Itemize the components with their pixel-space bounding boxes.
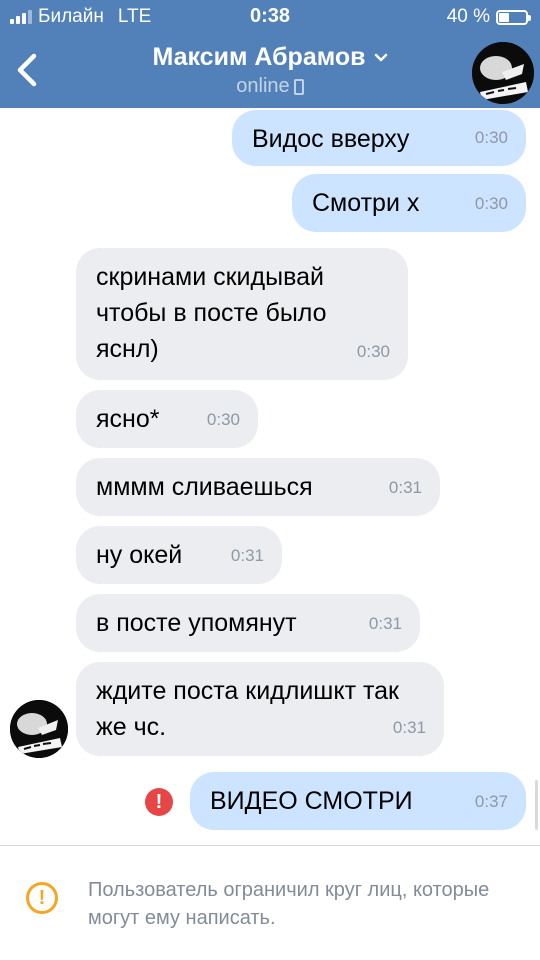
message-time: 0:30 [474, 128, 508, 147]
message-text: скринами скидывай чтобы в посте было ясн… [96, 263, 327, 363]
message-incoming[interactable]: ну окей 0:31 [76, 526, 282, 584]
online-text: online [236, 75, 290, 97]
message-time: 0:31 [368, 614, 402, 633]
message-time: 0:37 [474, 792, 508, 811]
message-text: в посте упомянут [96, 609, 297, 637]
notice-text: Пользователь ограничил круг лиц, которые… [88, 879, 490, 929]
avatar-image [10, 700, 68, 758]
chat-title[interactable]: Максим Абрамов [152, 43, 387, 72]
message-list[interactable]: Видос вверху 0:30 Смотри х 0:30 скринами… [0, 108, 540, 843]
chat-title-block[interactable]: Максим Абрамов online [0, 43, 540, 98]
message-incoming[interactable]: ясно* 0:30 [76, 390, 258, 448]
message-time: 0:31 [392, 718, 426, 737]
contact-avatar[interactable] [472, 42, 534, 104]
message-text: ждите поста кидлишкт так же чс. [96, 677, 399, 741]
warning-icon: ! [26, 882, 58, 914]
message-outgoing-failed[interactable]: ВИДЕО СМОТРИ 0:37 [190, 772, 526, 830]
message-incoming[interactable]: мммм сливаешься 0:31 [76, 458, 440, 516]
message-text: мммм сливаешься [96, 473, 313, 501]
message-text: Смотри х [312, 189, 420, 217]
message-text: ВИДЕО СМОТРИ [210, 787, 413, 815]
message-time: 0:30 [206, 410, 240, 429]
send-error-icon[interactable]: ! [145, 788, 173, 816]
status-bar: Билайн LTE 0:38 40 % [0, 0, 540, 34]
chat-header: Билайн LTE 0:38 40 % Максим Абрамов onli… [0, 0, 540, 108]
battery-icon [496, 9, 531, 25]
message-text: ясно* [96, 405, 160, 433]
message-time: 0:31 [230, 546, 264, 565]
message-outgoing[interactable]: Видос вверху 0:30 [232, 110, 526, 166]
chevron-down-icon [374, 53, 387, 61]
battery-percent: 40 % [446, 6, 490, 27]
message-incoming[interactable]: в посте упомянут 0:31 [76, 594, 420, 652]
contact-name: Максим Абрамов [152, 43, 366, 71]
message-incoming[interactable]: скринами скидывай чтобы в посте было ясн… [76, 248, 408, 380]
scrollbar[interactable] [535, 780, 538, 830]
avatar-image [472, 42, 534, 104]
message-outgoing[interactable]: Смотри х 0:30 [292, 174, 526, 232]
message-text: ну окей [96, 541, 183, 569]
sender-avatar[interactable] [10, 700, 68, 758]
message-text: Видос вверху [252, 125, 410, 153]
message-incoming[interactable]: ждите поста кидлишкт так же чс. 0:31 [76, 662, 444, 756]
restriction-notice: ! Пользователь ограничил круг лиц, котор… [0, 846, 540, 960]
message-time: 0:30 [474, 194, 508, 213]
mobile-icon [293, 78, 304, 95]
message-time: 0:31 [388, 478, 422, 497]
online-status: online [0, 75, 540, 98]
battery-info: 40 % [446, 6, 531, 28]
message-time: 0:30 [356, 342, 390, 361]
